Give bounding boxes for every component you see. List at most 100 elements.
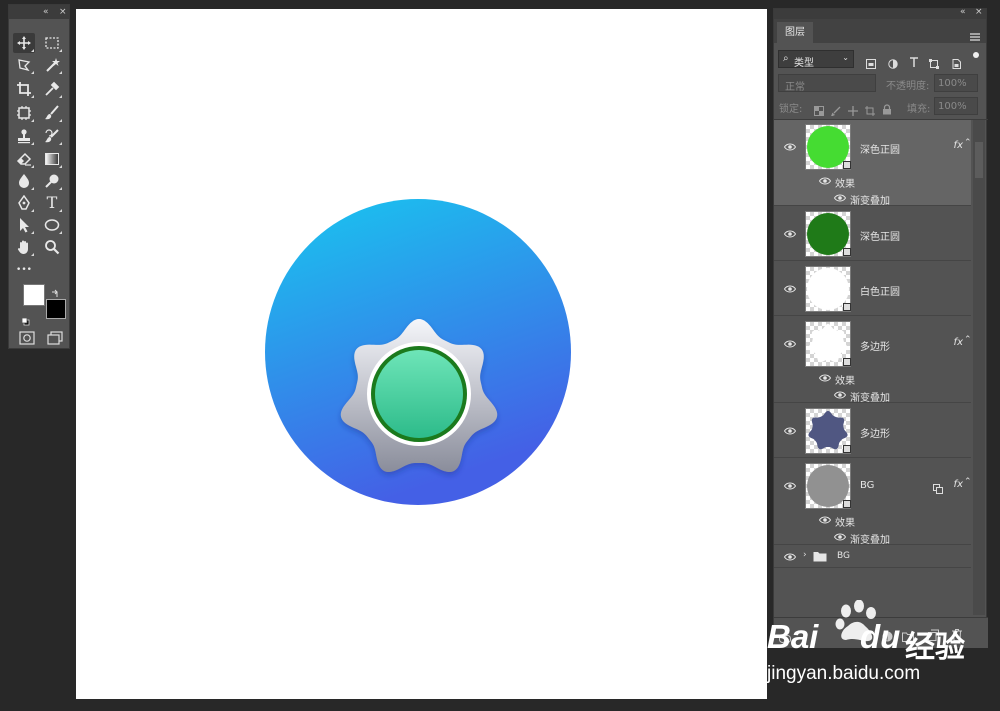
filter-adjustment-icon[interactable] (888, 54, 898, 73)
path-select-tool[interactable] (13, 215, 35, 235)
gradient-tool[interactable] (41, 149, 63, 169)
move-tool[interactable] (13, 33, 35, 53)
eye-icon[interactable] (819, 177, 831, 185)
group-name[interactable]: BG (837, 551, 850, 561)
filter-type-icon[interactable] (909, 53, 919, 72)
chevron-right-icon[interactable]: › (803, 550, 807, 560)
layer-row-dark-circle[interactable]: 深色正圆 (774, 207, 971, 261)
quick-mask-icon[interactable] (19, 330, 35, 349)
magic-wand-tool[interactable] (41, 55, 63, 75)
panel-menu-icon[interactable] (970, 26, 980, 45)
eye-icon[interactable] (784, 553, 796, 561)
search-icon: ⌕ (783, 53, 789, 64)
hand-tool[interactable] (13, 237, 35, 257)
more-icon: ••• (16, 265, 32, 275)
layer-name[interactable]: 多边形 (860, 425, 890, 440)
filter-kind-dropdown[interactable]: ⌕ 类型 ⌄ (778, 50, 854, 69)
more-tools[interactable]: ••• (13, 260, 35, 280)
close-icon[interactable]: × (975, 7, 983, 17)
opacity-label: 不透明度: (886, 81, 930, 92)
eye-icon[interactable] (784, 285, 796, 293)
close-icon[interactable]: × (59, 5, 67, 19)
layer-name[interactable]: 深色正圆 (860, 141, 900, 156)
layer-group-bg[interactable]: › BG (774, 546, 971, 568)
eye-icon[interactable] (834, 391, 846, 399)
frame-tool[interactable] (13, 103, 35, 123)
eye-icon[interactable] (819, 516, 831, 524)
layer-name[interactable]: 深色正圆 (860, 228, 900, 243)
layer-row-polygon[interactable]: 多边形 (774, 404, 971, 458)
marquee-tool[interactable] (41, 33, 63, 53)
lock-artboard-icon[interactable] (865, 101, 875, 120)
lock-image-icon[interactable] (830, 101, 841, 120)
eye-icon[interactable] (834, 533, 846, 541)
collapse-icon[interactable]: « (960, 7, 966, 17)
foreground-color-swatch[interactable] (23, 284, 45, 306)
fx-icon[interactable]: fx (954, 140, 963, 151)
eye-icon[interactable] (784, 143, 796, 151)
filter-toggle-icon[interactable] (973, 52, 979, 58)
shape-layer-icon (843, 303, 851, 311)
collapse-icon[interactable]: « (43, 5, 49, 19)
lasso-tool[interactable] (13, 55, 35, 75)
marquee-icon (45, 37, 59, 49)
layer-row-bg-fx[interactable]: BG fx ⌃ 效果 渐变叠加 (774, 459, 972, 546)
screen-mode-icon[interactable] (47, 330, 63, 349)
jingyan-url-text: jingyan.baidu.com (767, 663, 921, 684)
chevron-down-icon: ⌄ (842, 53, 849, 62)
layer-name[interactable]: 白色正圆 (860, 283, 900, 298)
brush-tool[interactable] (41, 103, 63, 123)
history-brush-tool[interactable] (41, 126, 63, 146)
blend-mode-dropdown[interactable]: 正常 (778, 74, 876, 93)
blur-tool[interactable] (13, 171, 35, 191)
effects-label: 效果 (835, 376, 855, 387)
lock-transparent-icon[interactable] (814, 101, 824, 120)
zoom-icon (45, 240, 60, 255)
filter-shape-icon[interactable] (929, 54, 939, 73)
dodge-tool[interactable] (41, 171, 63, 191)
layer-row-dark-circle-selected[interactable]: 深色正圆 fx ⌃ 效果 渐变叠加 (774, 120, 972, 207)
layer-row-polygon-fx[interactable]: 多边形 fx ⌃ 效果 渐变叠加 (774, 317, 972, 404)
scrollbar-thumb[interactable] (975, 142, 983, 178)
default-colors-icon[interactable] (21, 311, 30, 330)
pen-tool[interactable] (13, 193, 35, 213)
document-canvas[interactable] (76, 9, 767, 699)
layer-name[interactable]: BG (860, 480, 874, 491)
eye-icon[interactable] (819, 374, 831, 382)
baidu-brand-text: Bai (767, 618, 819, 655)
eye-icon[interactable] (784, 482, 796, 490)
eraser-tool[interactable] (13, 149, 35, 169)
lock-position-icon[interactable] (848, 101, 858, 120)
chevron-up-icon[interactable]: ⌃ (964, 477, 972, 487)
eyedropper-tool[interactable] (41, 79, 63, 99)
eye-icon[interactable] (784, 340, 796, 348)
layers-scrollbar[interactable] (973, 120, 985, 615)
ellipse-tool[interactable] (41, 215, 63, 235)
type-tool[interactable]: T (41, 193, 63, 213)
stamp-tool[interactable] (13, 126, 35, 146)
zoom-tool[interactable] (41, 237, 63, 257)
background-color-swatch[interactable] (46, 299, 66, 319)
chevron-up-icon[interactable]: ⌃ (964, 138, 972, 148)
opacity-field[interactable]: 100% (934, 74, 978, 92)
tab-layers[interactable]: 图层 (777, 22, 813, 43)
pen-icon (18, 195, 30, 210)
lock-all-icon[interactable] (882, 100, 892, 119)
filter-pixel-icon[interactable] (866, 54, 876, 73)
eye-icon[interactable] (784, 427, 796, 435)
baidu-jingyan-watermark: Bai du 经验 jingyan.baidu.com (767, 598, 1000, 698)
path-select-icon (20, 218, 29, 233)
filter-smart-object-icon[interactable] (951, 54, 961, 73)
fill-field[interactable]: 100% (934, 97, 978, 115)
eye-icon[interactable] (784, 230, 796, 238)
layer-row-white-circle[interactable]: 白色正圆 (774, 262, 971, 316)
move-icon (17, 36, 31, 50)
fx-icon[interactable]: fx (954, 337, 963, 348)
crop-tool[interactable] (13, 79, 35, 99)
fx-icon[interactable]: fx (954, 479, 963, 490)
layer-name[interactable]: 多边形 (860, 338, 890, 353)
swap-colors-icon[interactable] (51, 283, 60, 302)
eye-icon[interactable] (834, 194, 846, 202)
chevron-up-icon[interactable]: ⌃ (964, 335, 972, 345)
frame-icon (17, 106, 31, 120)
